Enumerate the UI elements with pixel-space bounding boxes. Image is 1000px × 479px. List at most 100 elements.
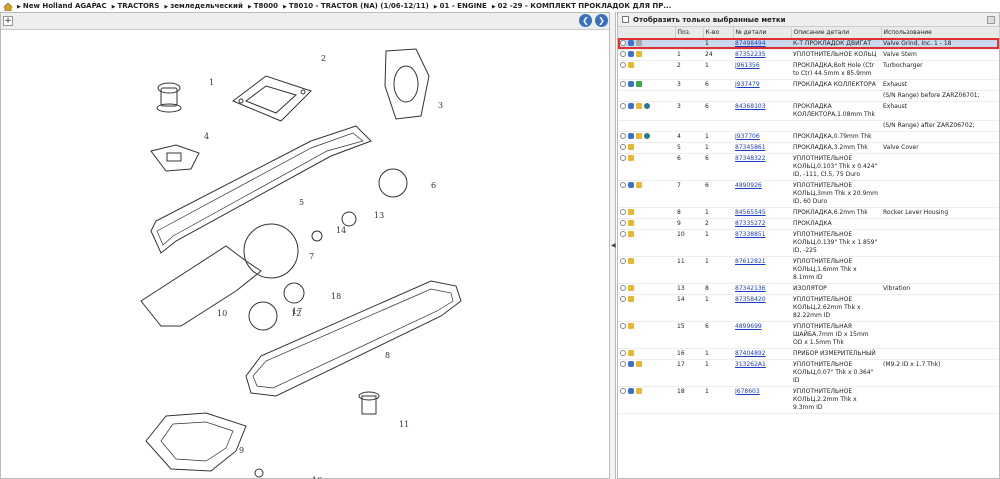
part-2-shape[interactable]	[232, 75, 312, 122]
package-icon[interactable]	[628, 350, 634, 356]
hand-icon[interactable]	[628, 40, 634, 46]
package-icon[interactable]	[628, 155, 634, 161]
panel-splitter[interactable]: ◀	[610, 12, 616, 479]
info-icon[interactable]	[620, 51, 626, 57]
part-4-shape[interactable]	[150, 144, 200, 172]
part-11-shape[interactable]	[358, 391, 380, 415]
info-icon[interactable]	[620, 40, 626, 46]
callout-label-14[interactable]: 14	[336, 226, 346, 235]
breadcrumb-item-3[interactable]: T8000	[248, 2, 278, 10]
table-row[interactable]: 14 1 87358420 УПЛОТНИТЕЛЬНОЕ КОЛЬЦ,2.62mm T…	[618, 294, 999, 322]
table-row[interactable]: 7 6 4890926 УПЛОТНИТЕЛЬНОЕ КОЛЬЦ,3mm Thk x …	[618, 180, 999, 208]
globe-icon[interactable]	[644, 103, 650, 109]
table-row[interactable]: 15 6 4899699 УПЛОТНИТЕЛЬНАЯ ШАЙБА,7mm ID x …	[618, 321, 999, 349]
info-icon[interactable]	[620, 155, 626, 161]
table-row[interactable]: 11 1 87612821 УПЛОТНИТЕЛЬНОЕ КОЛЬЦ,1.6mm Th…	[618, 256, 999, 284]
info-icon[interactable]	[620, 350, 626, 356]
part-number-link[interactable]: J937706	[735, 133, 760, 140]
part-number-link[interactable]: 4899699	[735, 323, 762, 330]
breadcrumb-item-0[interactable]: New Holland AGAPAC	[17, 2, 107, 10]
table-row[interactable]: 13 8 87342136 ИЗОЛЯТОР Vibration	[618, 283, 999, 295]
callout-label-6[interactable]: 6	[431, 181, 436, 190]
table-row[interactable]: 16 1 87404892 ПРИБОР ИЗМЕРИТЕЛЬНЫЙ	[618, 348, 999, 360]
breadcrumb-item-4[interactable]: T8010 - TRACTOR (NA) (1/06-12/11)	[283, 2, 429, 10]
callout-label-4[interactable]: 4	[204, 132, 209, 141]
info-icon[interactable]	[620, 81, 626, 87]
part-number-link[interactable]: 4890926	[735, 182, 762, 189]
callout-label-1[interactable]: 1	[209, 78, 214, 87]
part-9-shape[interactable]	[145, 412, 247, 472]
part-14-shape[interactable]	[311, 230, 323, 242]
package-icon[interactable]	[628, 323, 634, 329]
table-row[interactable]: 2 1 J961356 ПРОКЛАДКА,Bolt Hole (Ctr to Ctr…	[618, 60, 999, 80]
table-row[interactable]: 8 1 84565545 ПРОКЛАДКА,6.2mm Thk Rocker Leve…	[618, 207, 999, 219]
part-6-shape[interactable]	[378, 168, 408, 198]
package-icon[interactable]	[628, 62, 634, 68]
callout-label-13[interactable]: 13	[374, 211, 384, 220]
hand-icon[interactable]	[628, 182, 634, 188]
panel-menu-icon[interactable]	[987, 15, 995, 24]
part-number-link[interactable]: 84565545	[735, 209, 766, 216]
part-number-link[interactable]: 87612821	[735, 258, 766, 265]
callout-label-3[interactable]: 3	[438, 101, 443, 110]
part-number-link[interactable]: 87345861	[735, 144, 766, 151]
info-icon[interactable]	[620, 62, 626, 68]
package-icon[interactable]	[636, 361, 642, 367]
part-number-link[interactable]: 87358420	[735, 296, 766, 303]
info-icon[interactable]	[620, 209, 626, 215]
part-8-shape[interactable]	[245, 280, 462, 397]
home-icon[interactable]	[3, 2, 13, 11]
table-row[interactable]: 17 1 313262A1 УПЛОТНИТЕЛЬНОЕ КОЛЬЦ,0.07" Th…	[618, 359, 999, 387]
callout-label-10[interactable]: 10	[217, 309, 227, 318]
breadcrumb-item-1[interactable]: TRACTORS	[112, 2, 160, 10]
part-3-shape[interactable]	[384, 48, 430, 120]
info-icon[interactable]	[620, 220, 626, 226]
next-page-button[interactable]: ❯	[595, 14, 608, 27]
part-number-link[interactable]: J678603	[735, 388, 760, 395]
callout-label-9[interactable]: 9	[239, 446, 244, 455]
part-7-shape[interactable]	[243, 223, 299, 279]
wrench-icon[interactable]	[636, 40, 642, 46]
table-row[interactable]: 4 1 J937706 ПРОКЛАДКА,0.79mm Thk	[618, 131, 999, 143]
exploded-parts-diagram[interactable]: 1234567891011121314161718	[1, 31, 609, 479]
breadcrumb-item-6[interactable]: 02 -29 - КОМПЛЕКТ ПРОКЛАДОК ДЛЯ ПР...	[492, 2, 672, 10]
column-header-3[interactable]: № детали	[733, 27, 792, 39]
part-1-shape[interactable]	[156, 82, 182, 113]
hand-icon[interactable]	[628, 51, 634, 57]
info-icon[interactable]	[620, 182, 626, 188]
part-number-link[interactable]: 87335272	[735, 220, 766, 227]
callout-label-2[interactable]: 2	[321, 54, 326, 63]
callout-label-5[interactable]: 5	[299, 198, 304, 207]
part-number-link[interactable]: 84368103	[735, 103, 766, 110]
package-icon[interactable]	[636, 388, 642, 394]
info-icon[interactable]	[620, 361, 626, 367]
hand-icon[interactable]	[628, 133, 634, 139]
column-header-5[interactable]: Использование	[881, 27, 1000, 39]
part-10-shape[interactable]	[140, 245, 262, 327]
package-icon[interactable]	[636, 182, 642, 188]
package-icon[interactable]	[636, 133, 642, 139]
info-icon[interactable]	[620, 144, 626, 150]
column-header-2[interactable]: К-во	[703, 27, 734, 39]
table-row[interactable]: 6 6 87348322 УПЛОТНИТЕЛЬНОЕ КОЛЬЦ,0.103" Th…	[618, 153, 999, 181]
package-icon[interactable]	[628, 285, 634, 291]
column-header-0[interactable]	[618, 27, 676, 39]
info-icon[interactable]	[620, 388, 626, 394]
package-icon[interactable]	[628, 231, 634, 237]
collapse-arrow-icon[interactable]: ◀	[611, 242, 616, 249]
package-icon[interactable]	[636, 51, 642, 57]
part-12-shape[interactable]	[248, 301, 278, 331]
info-icon[interactable]	[620, 133, 626, 139]
hand-icon[interactable]	[628, 361, 634, 367]
column-header-1[interactable]: Поз.	[675, 27, 704, 39]
callout-label-7[interactable]: 7	[309, 252, 314, 261]
part-number-link[interactable]: 87404892	[735, 350, 766, 357]
part-number-link[interactable]: J961356	[735, 62, 760, 69]
table-row[interactable]: 3 6 84368103 ПРОКЛАДКА КОЛЛЕКТОРА,1.08mm Th…	[618, 101, 999, 121]
package-icon[interactable]	[628, 220, 634, 226]
table-row[interactable]: 18 1 J678603 УПЛОТНИТЕЛЬНОЕ КОЛЬЦ,2.2mm Thk…	[618, 386, 999, 414]
zoom-in-button[interactable]: +	[3, 16, 13, 26]
breadcrumb-item-2[interactable]: земледельческий	[164, 2, 243, 10]
info-icon[interactable]	[620, 258, 626, 264]
callout-label-8[interactable]: 8	[385, 351, 390, 360]
